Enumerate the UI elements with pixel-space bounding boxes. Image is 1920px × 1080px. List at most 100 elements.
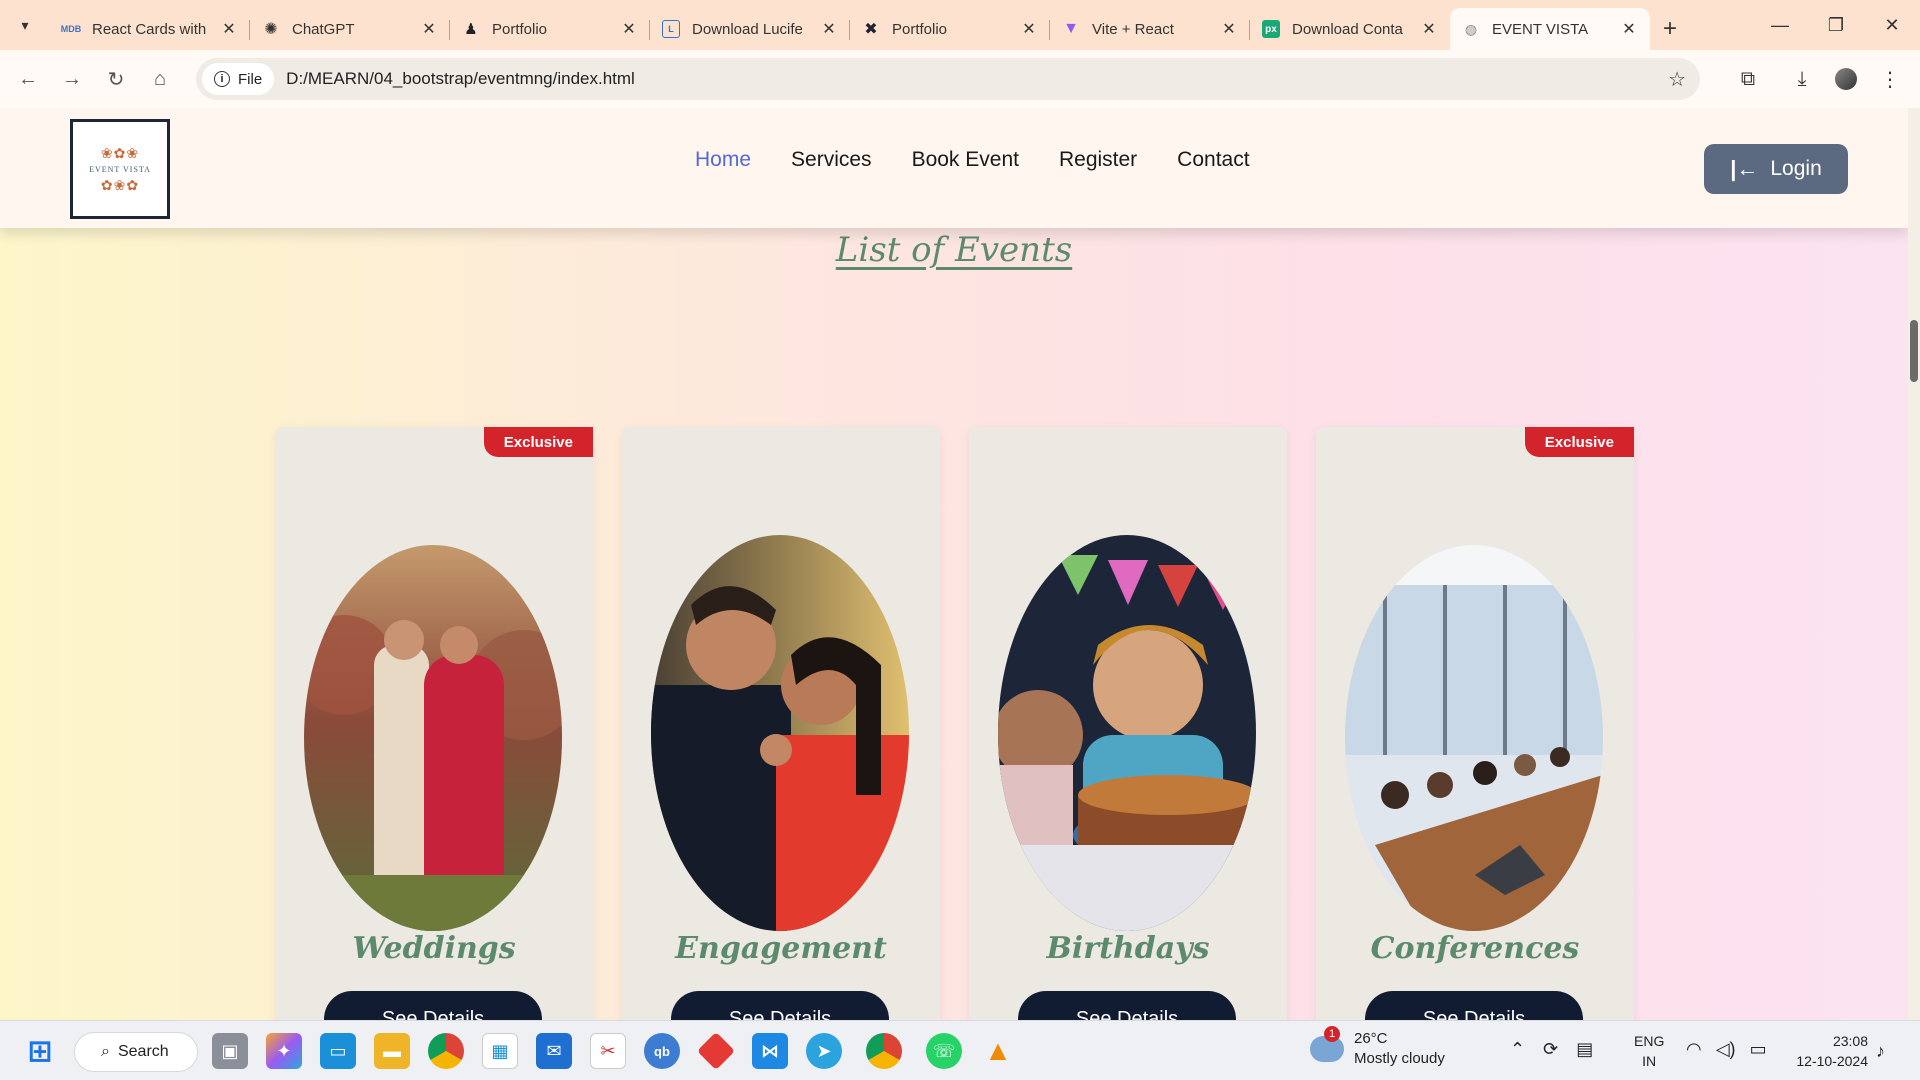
login-button[interactable]: |← Login: [1704, 144, 1848, 194]
lang-top: ENG: [1634, 1033, 1665, 1049]
login-arrow-icon: |←: [1730, 156, 1759, 181]
close-icon[interactable]: ✕: [620, 19, 638, 39]
quick-settings[interactable]: ◠ ◁) ▭: [1686, 1039, 1767, 1060]
minimize-icon[interactable]: —: [1752, 0, 1808, 50]
taskbar-search[interactable]: ⌕ Search: [74, 1032, 198, 1072]
taskbar: ⊞ ⌕ Search ▣ ✦ ▭ ▬ ▦ ✉ ✂ qb ⋈ ➤ ☏ ▲ 1 26…: [0, 1020, 1920, 1080]
task-view-icon[interactable]: ▣: [212, 1033, 248, 1069]
card-title: Engagement: [675, 931, 887, 966]
page-scrollbar[interactable]: [1908, 108, 1920, 1020]
search-icon: ⌕: [101, 1043, 110, 1060]
chrome-icon[interactable]: [428, 1033, 464, 1069]
close-icon[interactable]: ✕: [1620, 19, 1638, 39]
snipping-tool-icon[interactable]: ✂: [590, 1033, 626, 1069]
system-tray: ⌃ ⟳ ▤: [1510, 1039, 1593, 1060]
desktop-icon[interactable]: ▭: [320, 1033, 356, 1069]
close-icon[interactable]: ✕: [420, 19, 438, 39]
qbittorrent-icon[interactable]: qb: [644, 1033, 680, 1069]
new-tab-icon[interactable]: +: [1650, 8, 1690, 50]
clock[interactable]: 23:08 12-10-2024: [1786, 1031, 1868, 1071]
tab-search-chevron-icon[interactable]: ▾: [0, 0, 50, 50]
section-title[interactable]: List of Events: [0, 230, 1908, 270]
copilot-icon[interactable]: ✦: [266, 1033, 302, 1069]
lang-bottom: IN: [1642, 1053, 1657, 1069]
nav-register[interactable]: Register: [1039, 148, 1157, 172]
tab-vite-react[interactable]: ▼ Vite + React ✕: [1050, 8, 1250, 50]
git-diamond-icon[interactable]: [696, 1031, 736, 1071]
conference-photo: [1345, 545, 1603, 931]
vscode-icon[interactable]: ⋈: [752, 1033, 788, 1069]
nav-services[interactable]: Services: [771, 148, 892, 172]
back-icon[interactable]: ←: [6, 59, 50, 99]
tab-title: Portfolio: [492, 20, 548, 38]
nav-book-event[interactable]: Book Event: [892, 148, 1039, 172]
tab-portfolio-2[interactable]: ✖ Portfolio ✕: [850, 8, 1050, 50]
volume-icon: ◁): [1715, 1039, 1736, 1059]
wifi-icon: ◠: [1686, 1039, 1702, 1059]
main-menu: Home Services Book Event Register Contac…: [675, 148, 1270, 172]
close-icon[interactable]: ✕: [1420, 19, 1438, 39]
vite-icon: ▼: [1063, 20, 1079, 37]
chevron-up-icon[interactable]: ⌃: [1510, 1039, 1525, 1060]
see-details-button[interactable]: See Details: [1018, 991, 1236, 1020]
more-menu-icon[interactable]: ⋮: [1868, 67, 1912, 92]
restore-icon[interactable]: ❐: [1808, 0, 1864, 50]
forward-icon[interactable]: →: [50, 59, 94, 99]
tab-title: Portfolio: [892, 20, 948, 38]
download-icon[interactable]: ⤓: [1780, 68, 1824, 91]
sync-icon[interactable]: ⟳: [1543, 1039, 1558, 1060]
notification-bell-icon[interactable]: ♪: [1876, 1041, 1885, 1062]
windows-start-icon[interactable]: ⊞: [22, 1033, 58, 1069]
nav-home[interactable]: Home: [675, 148, 771, 172]
see-details-button[interactable]: See Details: [324, 991, 542, 1020]
close-icon[interactable]: ✕: [220, 19, 238, 39]
see-details-button[interactable]: See Details: [671, 991, 889, 1020]
info-icon: i: [214, 71, 230, 87]
reload-icon[interactable]: ↻: [94, 59, 138, 99]
weather-badge: 1: [1324, 1026, 1340, 1042]
event-card-engagement: Engagement See Details: [622, 427, 940, 1020]
extensions-icon[interactable]: ⧉: [1726, 68, 1770, 91]
time: 23:08: [1832, 1033, 1868, 1049]
chatgpt-icon: ✺: [264, 21, 278, 38]
engagement-photo: [651, 535, 909, 931]
site-logo[interactable]: ❀✿❀ EVENT VISTA ✿❀✿: [70, 119, 170, 219]
window-controls: — ❐ ✕: [1752, 0, 1920, 50]
chrome-active-icon[interactable]: [866, 1033, 902, 1069]
mail-icon[interactable]: ✉: [536, 1033, 572, 1069]
avatar[interactable]: [1835, 68, 1857, 90]
whatsapp-icon[interactable]: ☏: [926, 1033, 962, 1069]
date: 12-10-2024: [1796, 1053, 1868, 1069]
tab-title: EVENT VISTA: [1492, 20, 1589, 38]
card-title: Birthdays: [1046, 931, 1210, 966]
tab-title: Vite + React: [1092, 20, 1174, 38]
store-icon[interactable]: ▦: [482, 1033, 518, 1069]
tab-chatgpt[interactable]: ✺ ChatGPT ✕: [250, 8, 450, 50]
close-icon[interactable]: ✕: [1220, 19, 1238, 39]
tab-title: Download Conta: [1292, 20, 1403, 38]
weather-widget[interactable]: 1 26°C Mostly cloudy: [1310, 1026, 1445, 1069]
vlc-icon[interactable]: ▲: [980, 1033, 1016, 1069]
close-icon[interactable]: ✕: [820, 19, 838, 39]
tablet-icon[interactable]: ▤: [1576, 1039, 1593, 1060]
nav-contact[interactable]: Contact: [1157, 148, 1269, 172]
tab-react-cards[interactable]: MDB React Cards with ✕: [50, 8, 250, 50]
tab-event-vista[interactable]: ◍ EVENT VISTA ✕: [1450, 8, 1650, 50]
tab-portfolio-1[interactable]: ♟ Portfolio ✕: [450, 8, 650, 50]
home-icon[interactable]: ⌂: [138, 59, 182, 99]
see-details-button[interactable]: See Details: [1365, 991, 1583, 1020]
file-explorer-icon[interactable]: ▬: [374, 1033, 410, 1069]
site-info-chip[interactable]: i File: [202, 63, 275, 95]
birthday-photo: [998, 535, 1256, 931]
event-card-birthdays: Birthdays See Details: [969, 427, 1287, 1020]
scrollbar-thumb[interactable]: [1910, 320, 1918, 382]
address-bar[interactable]: i File D:/MEARN/04_bootstrap/eventmng/in…: [196, 58, 1700, 100]
url-text[interactable]: D:/MEARN/04_bootstrap/eventmng/index.htm…: [286, 69, 635, 89]
bookmark-star-icon[interactable]: ☆: [1668, 67, 1686, 92]
window-close-icon[interactable]: ✕: [1864, 0, 1920, 50]
telegram-icon[interactable]: ➤: [806, 1033, 842, 1069]
close-icon[interactable]: ✕: [1020, 19, 1038, 39]
tab-download-lucide[interactable]: L Download Lucife ✕: [650, 8, 850, 50]
language-indicator[interactable]: ENG IN: [1634, 1031, 1664, 1071]
tab-download-contact[interactable]: px Download Conta ✕: [1250, 8, 1450, 50]
